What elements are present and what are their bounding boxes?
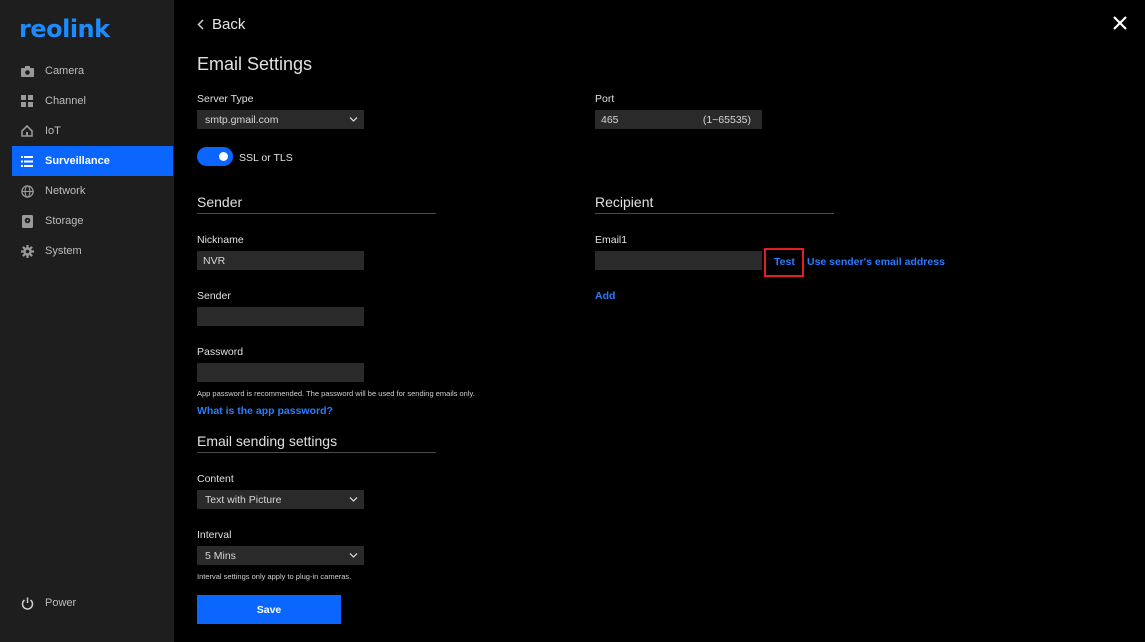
password-field[interactable]: [197, 363, 364, 382]
divider: [197, 213, 436, 214]
port-field[interactable]: 465 (1~65535): [595, 110, 762, 129]
nickname-label: Nickname: [197, 234, 244, 246]
sidebar-item-label: IoT: [45, 125, 61, 137]
storage-icon: [20, 214, 34, 228]
password-hint: App password is recommended. The passwor…: [197, 389, 475, 398]
sidebar-item-camera[interactable]: Camera: [12, 56, 173, 86]
ssl-label: SSL or TLS: [239, 152, 293, 164]
content-value: Text with Picture: [205, 493, 282, 506]
sidebar-item-channel[interactable]: Channel: [12, 86, 173, 116]
power-icon: [20, 596, 34, 610]
nickname-field[interactable]: NVR: [197, 251, 364, 270]
sending-section-title: Email sending settings: [197, 433, 338, 449]
chevron-down-icon: [349, 117, 358, 122]
save-button[interactable]: Save: [197, 595, 341, 624]
sidebar-item-surveillance[interactable]: Surveillance: [12, 146, 173, 176]
ssl-toggle[interactable]: [197, 147, 233, 166]
sidebar-item-label: Surveillance: [45, 155, 110, 167]
page-title: Email Settings: [197, 54, 313, 74]
divider: [595, 213, 834, 214]
port-value: 465: [601, 113, 619, 126]
server-type-value: smtp.gmail.com: [205, 113, 279, 126]
email1-label: Email1: [595, 234, 628, 246]
sidebar-item-label: Network: [45, 185, 86, 197]
list-icon: [20, 154, 34, 168]
server-type-label: Server Type: [197, 93, 254, 105]
use-sender-email-link[interactable]: Use sender's email address: [807, 256, 945, 268]
close-icon[interactable]: [1110, 13, 1130, 33]
password-label: Password: [197, 346, 244, 358]
port-range-hint: (1~65535): [702, 113, 751, 126]
sidebar-item-label: System: [45, 245, 82, 257]
power-label: Power: [45, 597, 77, 609]
sender-label: Sender: [197, 290, 231, 302]
email1-field[interactable]: [595, 251, 762, 270]
reolink-logo: reolink: [19, 15, 110, 43]
interval-label: Interval: [197, 529, 232, 541]
sidebar-item-label: Channel: [45, 95, 86, 107]
recipient-section-title: Recipient: [595, 194, 654, 210]
gear-icon: [20, 244, 34, 258]
sidebar-item-label: Storage: [45, 215, 84, 227]
divider: [197, 452, 436, 453]
interval-hint: Interval settings only apply to plug-in …: [197, 572, 352, 581]
sender-section-title: Sender: [197, 194, 243, 210]
interval-select[interactable]: 5 Mins: [197, 546, 364, 565]
interval-value: 5 Mins: [205, 549, 236, 562]
chevron-left-icon: [197, 17, 204, 33]
sidebar-item-network[interactable]: Network: [12, 176, 173, 206]
app-password-link[interactable]: What is the app password?: [197, 405, 333, 417]
sidebar-item-system[interactable]: System: [12, 236, 173, 266]
content-select[interactable]: Text with Picture: [197, 490, 364, 509]
back-button[interactable]: Back: [197, 16, 245, 33]
globe-icon: [20, 184, 34, 198]
sender-email-field[interactable]: [197, 307, 364, 326]
port-label: Port: [595, 93, 615, 105]
home-icon: [20, 124, 34, 138]
sidebar-item-storage[interactable]: Storage: [12, 206, 173, 236]
sidebar-item-iot[interactable]: IoT: [12, 116, 173, 146]
grid-icon: [20, 94, 34, 108]
back-label: Back: [212, 16, 246, 33]
sidebar: reolink Camera Channel IoT Surveillance: [0, 0, 174, 642]
test-button[interactable]: Test: [774, 256, 795, 268]
power-button[interactable]: Power: [20, 596, 76, 610]
toggle-knob: [219, 152, 228, 161]
sidebar-nav: Camera Channel IoT Surveillance Network: [12, 56, 173, 266]
server-type-select[interactable]: smtp.gmail.com: [197, 110, 364, 129]
add-recipient-link[interactable]: Add: [595, 290, 615, 302]
chevron-down-icon: [349, 497, 358, 502]
sidebar-item-label: Camera: [45, 65, 85, 77]
camera-icon: [20, 64, 34, 78]
content-label: Content: [197, 473, 234, 485]
chevron-down-icon: [349, 553, 358, 558]
